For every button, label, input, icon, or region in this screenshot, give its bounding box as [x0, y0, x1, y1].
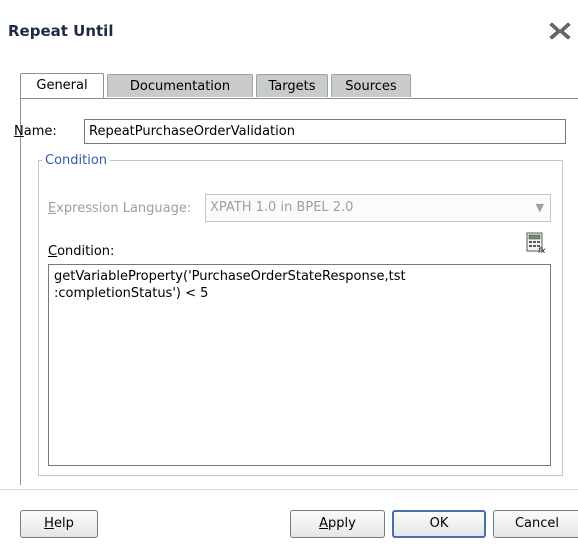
tab-bar: General Documentation Targets Sources — [20, 73, 578, 98]
dialog-title: Repeat Until — [8, 22, 114, 40]
close-icon[interactable] — [548, 20, 572, 42]
button-separator — [0, 489, 578, 490]
expression-language-select[interactable]: XPATH 1.0 in BPEL 2.0 ▼ — [205, 194, 551, 222]
condition-textarea[interactable]: getVariableProperty('PurchaseOrderStateR… — [48, 264, 551, 466]
name-input[interactable]: RepeatPurchaseOrderValidation — [84, 119, 566, 144]
name-label: Name: — [14, 124, 57, 139]
expression-language-value: XPATH 1.0 in BPEL 2.0 — [210, 200, 354, 215]
apply-button[interactable]: Apply — [290, 510, 385, 538]
ok-button[interactable]: OK — [392, 510, 486, 538]
cancel-button[interactable]: Cancel — [493, 510, 578, 538]
chevron-down-icon: ▼ — [535, 201, 544, 214]
tab-general[interactable]: General — [20, 73, 104, 98]
svg-text:fx: fx — [538, 246, 546, 254]
tab-sources[interactable]: Sources — [331, 74, 411, 97]
expression-language-label: Expression Language: — [48, 201, 192, 216]
condition-group-legend: Condition — [42, 153, 111, 168]
condition-label: Condition: — [48, 244, 115, 259]
tab-documentation[interactable]: Documentation — [107, 74, 253, 97]
repeat-until-dialog: Repeat Until General Documentation Targe… — [0, 0, 578, 546]
tab-targets[interactable]: Targets — [256, 74, 328, 97]
expression-builder-icon[interactable]: fx — [526, 232, 546, 254]
help-button[interactable]: Help — [20, 510, 98, 538]
